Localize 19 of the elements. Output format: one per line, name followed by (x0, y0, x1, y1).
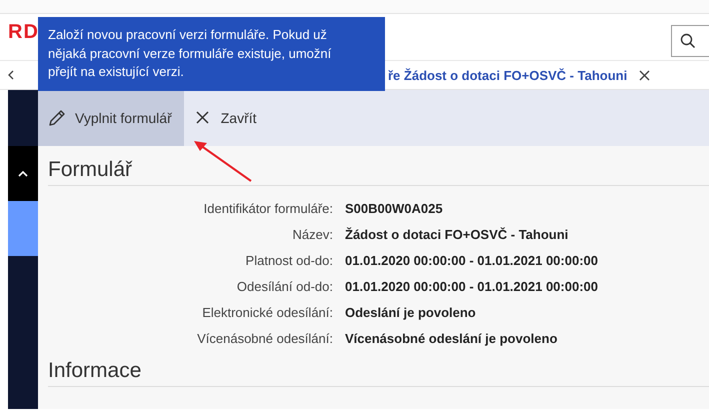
field-value: Žádost o dotaci FO+OSVČ - Tahouni (345, 226, 570, 243)
field-label: Vícenásobné odesílání: (196, 330, 333, 347)
logo-text: RD (8, 20, 39, 44)
field-value: 01.01.2020 00:00:00 - 01.01.2021 00:00:00 (345, 252, 599, 269)
field-label: Platnost od-do: (244, 252, 333, 269)
breadcrumb-tab[interactable]: ře Žádost o dotaci FO+OSVČ - Tahouni (388, 68, 628, 82)
field-value: Vícenásobné odeslání je povoleno (345, 330, 558, 347)
section-title: Informace (48, 359, 709, 387)
field-value: Odeslání je povoleno (345, 304, 477, 321)
field-value: S00B00W0A025 (345, 200, 444, 217)
field-value: 01.01.2020 00:00:00 - 01.01.2021 00:00:00 (345, 278, 599, 295)
field-label: Identifikátor formuláře: (202, 200, 333, 217)
field-label: Název: (292, 226, 333, 243)
fill-form-button[interactable]: Vyplnit formulář (38, 90, 184, 146)
tooltip: Založí novou pracovní verzi formuláře. Pokud už nějaká pracovní verze formuláře existuje, umožní přejít na existující verzi. (38, 17, 385, 90)
section-title: Formulář (48, 158, 709, 186)
field-label: Odesílání od-do: (236, 278, 333, 295)
close-button[interactable]: Zavřít (184, 90, 269, 146)
field-label: Elektronické odesílání: (201, 304, 333, 321)
